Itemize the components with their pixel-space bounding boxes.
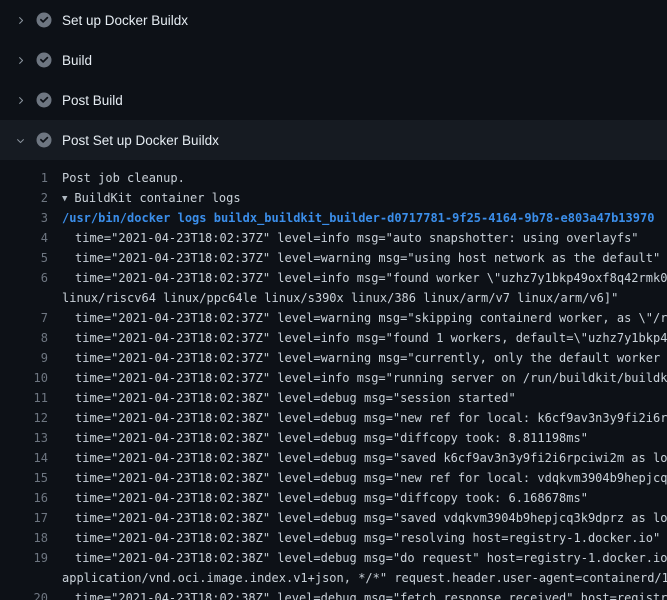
log-line: 16 time="2021-04-23T18:02:38Z" level=deb…: [0, 488, 667, 508]
log-line[interactable]: 2 ▼ BuildKit container logs: [0, 188, 667, 208]
log-line: 9 time="2021-04-23T18:02:37Z" level=warn…: [0, 348, 667, 368]
log-line-number[interactable]: 4: [0, 228, 48, 248]
log-line-text: time="2021-04-23T18:02:38Z" level=debug …: [62, 468, 667, 488]
log-line-number[interactable]: 6: [0, 268, 48, 288]
step-sections: Set up Docker Buildx Build P: [0, 0, 667, 160]
chevron-right-icon[interactable]: [12, 14, 28, 27]
log-line-number[interactable]: 10: [0, 368, 48, 388]
step-title: Post Build: [62, 93, 123, 108]
log-line-text: time="2021-04-23T18:02:38Z" level=debug …: [62, 388, 667, 408]
log-line-number[interactable]: 16: [0, 488, 48, 508]
check-circle-icon: [36, 12, 52, 28]
log-output[interactable]: 1 Post job cleanup. 2 ▼ BuildKit containe…: [0, 160, 667, 600]
log-line: 10 time="2021-04-23T18:02:37Z" level=inf…: [0, 368, 667, 388]
step-section-header[interactable]: Post Set up Docker Buildx: [0, 120, 667, 160]
chevron-right-icon[interactable]: [12, 94, 28, 107]
log-line-number[interactable]: 14: [0, 448, 48, 468]
log-line: 6 time="2021-04-23T18:02:37Z" level=info…: [0, 268, 667, 288]
log-line-number[interactable]: 15: [0, 468, 48, 488]
log-line-text: Post job cleanup.: [62, 168, 667, 188]
log-line: 11 time="2021-04-23T18:02:38Z" level=deb…: [0, 388, 667, 408]
log-line-number[interactable]: 13: [0, 428, 48, 448]
log-line-text: ▼ BuildKit container logs: [62, 188, 667, 208]
log-line-number[interactable]: [0, 288, 48, 308]
actions-log-viewer: Set up Docker Buildx Build P: [0, 0, 667, 600]
log-line-number[interactable]: 11: [0, 388, 48, 408]
step-section-header[interactable]: Build: [0, 40, 667, 80]
log-line-text: time="2021-04-23T18:02:37Z" level=info m…: [62, 228, 667, 248]
log-line-number[interactable]: 2: [0, 188, 48, 208]
log-line-text: time="2021-04-23T18:02:38Z" level=debug …: [62, 588, 667, 600]
log-line: 15 time="2021-04-23T18:02:38Z" level=deb…: [0, 468, 667, 488]
log-group-toggle-icon[interactable]: ▼: [62, 189, 67, 208]
log-line-text: time="2021-04-23T18:02:37Z" level=info m…: [62, 368, 667, 388]
log-line-text: time="2021-04-23T18:02:37Z" level=info m…: [62, 268, 667, 288]
log-line-number[interactable]: 5: [0, 248, 48, 268]
check-circle-icon: [36, 52, 52, 68]
log-line-number[interactable]: 12: [0, 408, 48, 428]
chevron-down-icon[interactable]: [12, 134, 28, 147]
log-line-text: time="2021-04-23T18:02:38Z" level=debug …: [62, 488, 667, 508]
log-group-title: BuildKit container logs: [74, 191, 240, 205]
log-line: 7 time="2021-04-23T18:02:37Z" level=warn…: [0, 308, 667, 328]
log-line-text: time="2021-04-23T18:02:38Z" level=debug …: [62, 448, 667, 468]
log-line: 5 time="2021-04-23T18:02:37Z" level=warn…: [0, 248, 667, 268]
log-line-text: time="2021-04-23T18:02:37Z" level=warnin…: [62, 308, 667, 328]
log-line-number[interactable]: 20: [0, 588, 48, 600]
log-line: 1 Post job cleanup.: [0, 168, 667, 188]
log-line-text: /usr/bin/docker logs buildx_buildkit_bui…: [62, 208, 667, 228]
step-title: Build: [62, 53, 92, 68]
log-line-text: time="2021-04-23T18:02:37Z" level=warnin…: [62, 348, 667, 368]
log-line: 13 time="2021-04-23T18:02:38Z" level=deb…: [0, 428, 667, 448]
log-line-text: application/vnd.oci.image.index.v1+json,…: [62, 568, 667, 588]
log-line: 8 time="2021-04-23T18:02:37Z" level=info…: [0, 328, 667, 348]
chevron-right-icon[interactable]: [12, 54, 28, 67]
log-line: 17 time="2021-04-23T18:02:38Z" level=deb…: [0, 508, 667, 528]
step-section-header[interactable]: Set up Docker Buildx: [0, 0, 667, 40]
log-line: 4 time="2021-04-23T18:02:37Z" level=info…: [0, 228, 667, 248]
log-line-number[interactable]: 1: [0, 168, 48, 188]
log-line-text: time="2021-04-23T18:02:38Z" level=debug …: [62, 528, 667, 548]
log-line-text: time="2021-04-23T18:02:38Z" level=debug …: [62, 548, 667, 568]
step-section-header[interactable]: Post Build: [0, 80, 667, 120]
log-line-number[interactable]: 3: [0, 208, 48, 228]
log-line-number[interactable]: 7: [0, 308, 48, 328]
check-circle-icon: [36, 92, 52, 108]
log-line-text: time="2021-04-23T18:02:38Z" level=debug …: [62, 408, 667, 428]
log-line: 20 time="2021-04-23T18:02:38Z" level=deb…: [0, 588, 667, 600]
log-line: 14 time="2021-04-23T18:02:38Z" level=deb…: [0, 448, 667, 468]
log-line-number[interactable]: [0, 568, 48, 588]
log-line-text: time="2021-04-23T18:02:38Z" level=debug …: [62, 508, 667, 528]
log-line-text: linux/riscv64 linux/ppc64le linux/s390x …: [62, 288, 667, 308]
log-line-text: time="2021-04-23T18:02:37Z" level=warnin…: [62, 248, 667, 268]
log-line-number[interactable]: 19: [0, 548, 48, 568]
log-line: 18 time="2021-04-23T18:02:38Z" level=deb…: [0, 528, 667, 548]
log-line-number[interactable]: 17: [0, 508, 48, 528]
step-title: Post Set up Docker Buildx: [62, 133, 219, 148]
log-line-text: time="2021-04-23T18:02:37Z" level=info m…: [62, 328, 667, 348]
log-line-number[interactable]: 9: [0, 348, 48, 368]
log-line: application/vnd.oci.image.index.v1+json,…: [0, 568, 667, 588]
log-line: 12 time="2021-04-23T18:02:38Z" level=deb…: [0, 408, 667, 428]
step-title: Set up Docker Buildx: [62, 13, 188, 28]
log-line: 19 time="2021-04-23T18:02:38Z" level=deb…: [0, 548, 667, 568]
log-line-number[interactable]: 18: [0, 528, 48, 548]
log-line-text: time="2021-04-23T18:02:38Z" level=debug …: [62, 428, 667, 448]
log-line-number[interactable]: 8: [0, 328, 48, 348]
log-line: 3 /usr/bin/docker logs buildx_buildkit_b…: [0, 208, 667, 228]
log-line: linux/riscv64 linux/ppc64le linux/s390x …: [0, 288, 667, 308]
check-circle-icon: [36, 132, 52, 148]
